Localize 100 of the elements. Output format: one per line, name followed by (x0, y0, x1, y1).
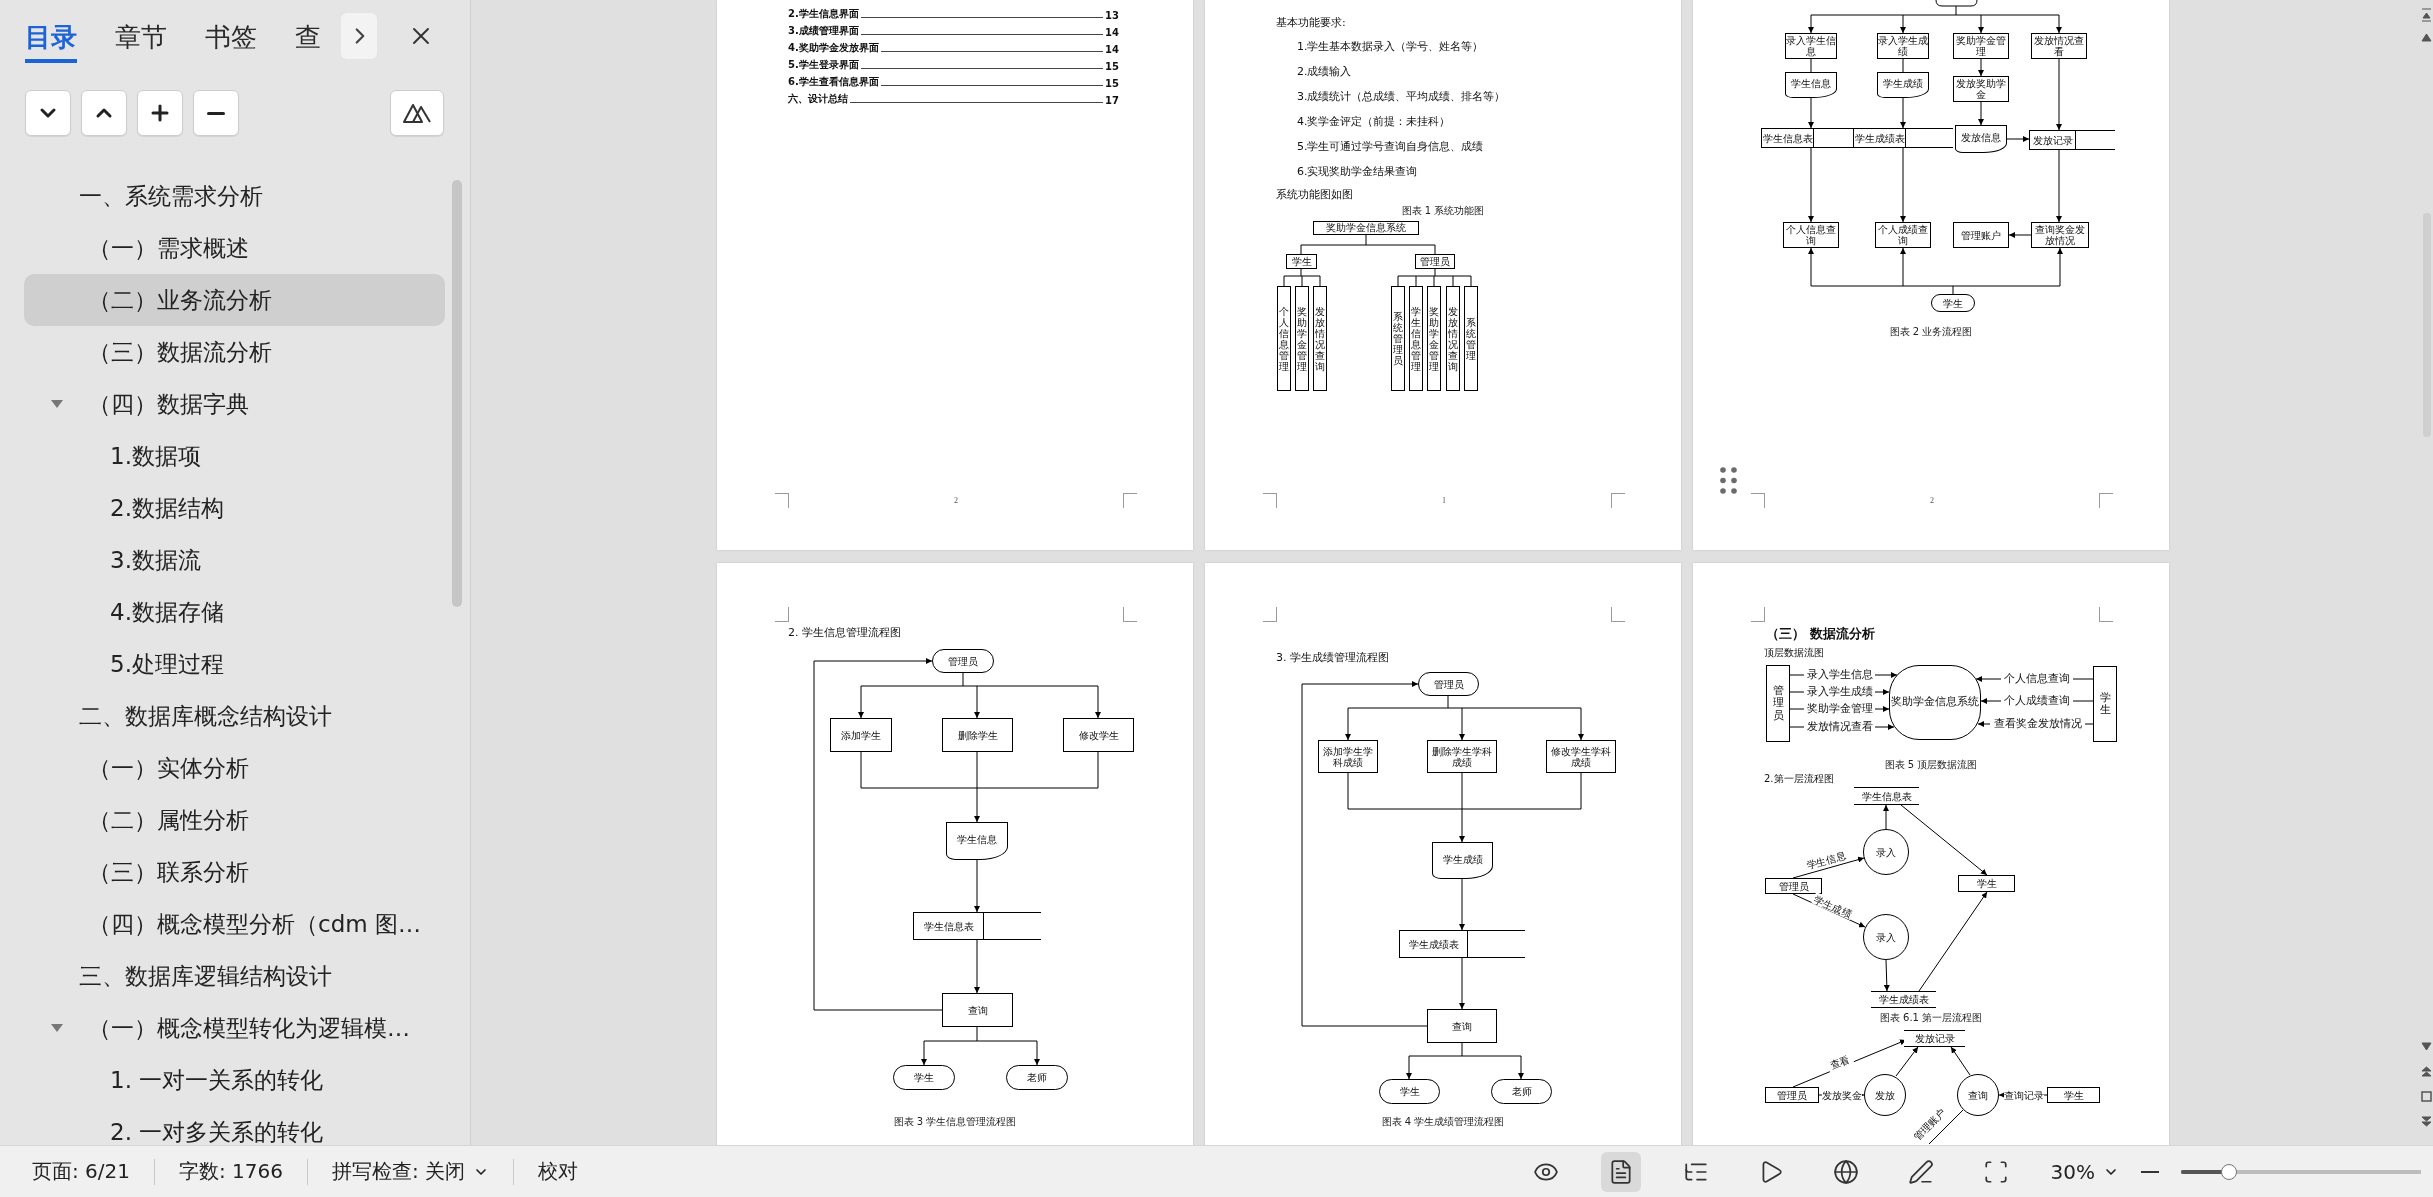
expand-button[interactable] (81, 90, 127, 136)
figure-caption: 图表 5 顶层数据流图 (1884, 758, 1978, 772)
data-table-shape: 发放记录 (2029, 130, 2115, 150)
view-mode-button[interactable] (1600, 1151, 1641, 1192)
connector-line (2072, 678, 2094, 680)
outline-item[interactable]: （二）属性分析 (24, 794, 445, 846)
zoom-out-icon[interactable] (2141, 1170, 2159, 1173)
arrow (1874, 724, 1895, 730)
data-store: 发放记录 (1904, 1030, 1965, 1047)
arrow (1808, 247, 1814, 287)
pen-icon (1907, 1158, 1934, 1185)
toc-entry[interactable]: 6.学生查看信息界面 (788, 75, 879, 89)
outline-item[interactable]: 1.数据项 (24, 430, 445, 482)
process-box: 奖助学金管理 (1953, 33, 2009, 59)
arrow (2057, 247, 2063, 287)
connector-line (2084, 723, 2094, 725)
connector-line (1810, 58, 1812, 73)
collapse-button[interactable] (25, 90, 71, 136)
proofread-button[interactable]: 校对 (538, 1158, 579, 1185)
arrow (1900, 14, 1906, 34)
outline-item[interactable]: 2.数据结构 (24, 482, 445, 534)
sidebar-tab[interactable]: 书签 (205, 8, 257, 63)
triangle-up-icon[interactable] (2421, 32, 2432, 43)
outline-item[interactable]: 一、系统需求分析 (24, 170, 445, 222)
sidebar-tab[interactable]: 目录 (25, 8, 77, 63)
outline-item[interactable]: 二、数据库概念结构设计 (24, 690, 445, 742)
outline-item[interactable]: 3.数据流 (24, 534, 445, 586)
sidebar-tab[interactable]: 查 (295, 8, 321, 63)
margin-mark (2099, 607, 2113, 622)
toc-entry[interactable]: 5.学生登录界面 (788, 58, 859, 72)
square-icon[interactable] (2421, 1091, 2432, 1102)
scrollbar-thumb[interactable] (452, 180, 462, 607)
list-item: 5.学生可通过学号查询自身信息、成绩 (1297, 139, 1484, 154)
flow-label: 发放奖金 (1822, 1089, 1862, 1101)
collapse-icon[interactable] (2421, 8, 2432, 22)
arrow (974, 751, 980, 823)
arrow (1874, 689, 1890, 695)
terminal-shape: 管理员 (1418, 672, 1479, 696)
more-tabs-button[interactable] (341, 12, 377, 59)
document-shape: 学生信息 (1785, 72, 1837, 98)
data-table-shape: 学生成绩表 (1853, 128, 1953, 148)
double-up-icon[interactable] (2421, 1066, 2432, 1077)
outline-item[interactable]: 5.处理过程 (24, 638, 445, 690)
connector-line (1902, 58, 1904, 73)
outline-item[interactable]: （一）需求概述 (24, 222, 445, 274)
entity-box: 管理员 (1765, 878, 1822, 894)
toc-entry[interactable]: 2.学生信息界面 (788, 7, 859, 21)
double-down-icon[interactable] (2421, 1116, 2432, 1127)
outline-item[interactable]: 1. 一对一关系的转化 (24, 1054, 445, 1106)
process-box: 发放奖助学金 (1953, 76, 2009, 102)
remove-button[interactable] (193, 90, 239, 136)
arrow (1034, 1040, 1040, 1066)
process-box: 个人信息查询 (1783, 222, 1839, 248)
margin-mark (1611, 607, 1625, 622)
margin-mark (775, 607, 789, 622)
clear-button[interactable] (390, 90, 444, 136)
toc-page-number: 13 (1105, 10, 1119, 21)
outline-item[interactable]: （四）概念模型分析（cdm 图… (24, 898, 445, 950)
toc-page-number: 15 (1105, 78, 1119, 89)
body-text: 3. 学生成绩管理流程图 (1276, 649, 1389, 665)
globe-icon (1832, 1158, 1859, 1185)
process-box: 发放情况查看 (2031, 33, 2087, 59)
terminal-shape: 老师 (1006, 1065, 1068, 1090)
zoom-dropdown[interactable]: 30% (2050, 1159, 2119, 1184)
outline-item[interactable]: 4.数据存储 (24, 586, 445, 638)
drag-handle-icon[interactable] (1720, 467, 1737, 494)
function-box: 系统管理员 (1391, 286, 1405, 391)
document-shape: 学生信息 (946, 822, 1008, 860)
process-box: 查询奖金发放情况 (2031, 222, 2089, 248)
process-box: 添加学生学科成绩 (1318, 740, 1378, 773)
outline-item[interactable]: （三）联系分析 (24, 846, 445, 898)
data-table-shape: 学生成绩表 (1399, 930, 1525, 958)
outline-item[interactable]: 2. 一对多关系的转化 (24, 1106, 445, 1145)
toc-entry[interactable]: 3.成绩管理界面 (788, 24, 859, 38)
triangles-icon (402, 102, 432, 124)
arrow (1900, 247, 1906, 287)
toc-entry[interactable]: 4.奖助学金发放界面 (788, 41, 879, 55)
spellcheck-dropdown[interactable]: 拼写检查: 关闭 (332, 1158, 490, 1185)
outline-item[interactable]: （三）数据流分析 (24, 326, 445, 378)
connector-line (1789, 691, 1805, 693)
caret-icon[interactable] (50, 1023, 64, 1033)
outline-item[interactable]: 三、数据库逻辑结构设计 (24, 950, 445, 1002)
sidebar-tab[interactable]: 章节 (115, 8, 167, 63)
flow-label: 学生信息 (1804, 848, 1848, 872)
caret-icon[interactable] (50, 399, 64, 409)
toc-page-number: 15 (1105, 61, 1119, 72)
arrow (1578, 707, 1584, 741)
flow-label: 录入学生成绩 (1804, 684, 1875, 700)
arrow (2056, 14, 2062, 34)
outline-item[interactable]: （一）概念模型转化为逻辑模… (24, 1002, 445, 1054)
toc-entry[interactable]: 六、设计总结 (788, 92, 848, 106)
triangle-down-icon[interactable] (2421, 1041, 2432, 1052)
outline-item[interactable]: （一）实体分析 (24, 742, 445, 794)
add-button[interactable] (137, 90, 183, 136)
margin-mark (1751, 493, 1765, 508)
outline-item[interactable]: （四）数据字典 (24, 378, 445, 430)
arrow (1900, 95, 1906, 129)
outline-item[interactable]: （二）业务流分析 (24, 274, 445, 326)
process-circle: 录入 (1863, 914, 1909, 960)
process-box: 删除学生 (942, 718, 1013, 752)
